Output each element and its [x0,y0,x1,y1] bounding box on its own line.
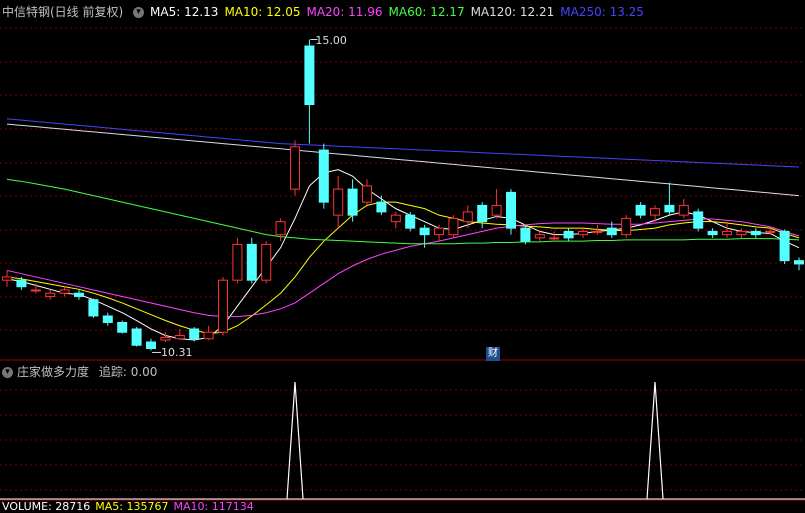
ma-line-ma10 [6,201,800,335]
candle-body [16,279,27,288]
volume-legend: VOLUME: 28716 MA5: 135767 MA10: 117134 [2,500,259,513]
candle-body [2,276,12,281]
indicator-track: 追踪: 0.00 [98,365,158,379]
candle-body [578,230,588,236]
candle-body [131,328,142,346]
finance-badge[interactable]: 财 [486,347,500,361]
candle-body [59,289,70,294]
candle-body [722,230,732,236]
ma-legend-item: MA120: 12.21 [470,5,555,19]
candle-body [794,260,804,265]
candle-body [491,204,502,216]
candle-body [405,214,416,229]
stock-title: 中信特钢(日线 前复权) [2,5,124,19]
candle-body [678,204,689,216]
indicator-title: 庄家做多力度 [17,365,90,379]
low-price-label: 10.31 [161,346,193,360]
high-price-label: 15.00 [315,33,347,47]
ma-legend-item: MA60: 12.17 [388,5,465,19]
candle-body [146,341,156,349]
candle-body [664,204,675,213]
candle-body [390,214,401,223]
candle-body [693,211,704,229]
candle-body [218,279,228,333]
candle-body [246,243,257,281]
ma-legend-item: MA10: 12.05 [224,5,301,19]
ma-legend-list: MA5: 12.13 MA10: 12.05 MA20: 11.96 MA60: 12… [150,5,650,19]
ma-legend-item: MA250: 13.25 [560,5,644,19]
candle-body [707,230,718,236]
ma-line-ma20 [6,218,800,318]
candle-body [606,227,617,236]
candle-body [160,336,171,341]
candle-body [102,315,113,323]
ma-legend-item: MA5: 12.13 [150,5,219,19]
candle-body [45,292,56,297]
price-legend: 中信特钢(日线 前复权) ▾ MA5: 12.13 MA10: 12.05 MA20:… [2,3,650,20]
indicator-legend: ▾ 庄家做多力度 追踪: 0.00 [2,363,157,380]
candle-body [419,227,430,236]
candle-body [117,321,128,333]
settings-circle-icon[interactable]: ▾ [133,7,145,18]
volume-legend-item: VOLUME: 28716 [2,500,91,513]
candle-body [592,230,603,233]
volume-legend-item: MA5: 135767 [95,500,169,513]
candle-body [376,201,387,213]
candle-body [74,292,84,297]
candle-body [750,230,761,236]
indicator-circle-icon[interactable]: ▾ [2,367,13,378]
candle-body [621,217,632,236]
candle-body [362,185,372,203]
ma-legend-item: MA20: 11.96 [306,5,383,19]
candle-body [318,149,329,203]
candle-body [347,188,358,216]
candle-body [88,299,99,317]
candle-body [477,204,488,223]
candle-body [635,204,646,216]
candle-body [304,45,315,106]
volume-legend-item: MA10: 117134 [173,500,254,513]
candle-body [290,146,300,190]
candle-body [736,230,747,236]
candle-body [232,243,243,281]
ma-line-ma120 [6,123,800,197]
candle-body [448,217,459,236]
candle-body [189,328,200,340]
candle-body [434,227,444,236]
candle-body [650,208,660,216]
candle-body [275,221,286,236]
candle-body [30,289,41,292]
candle-body [534,234,545,239]
candle-body [520,227,531,242]
candle-body [462,211,473,223]
candle-body [261,243,272,281]
candle-body [549,237,560,240]
candle-body [563,230,574,239]
candle-body [174,334,185,340]
ma-line-ma5 [6,169,800,341]
candle-body [333,188,344,216]
candle-body [506,191,516,229]
candle-body [203,331,214,340]
candle-body [765,230,776,233]
chart-canvas [0,27,805,501]
candle-body [779,230,790,262]
